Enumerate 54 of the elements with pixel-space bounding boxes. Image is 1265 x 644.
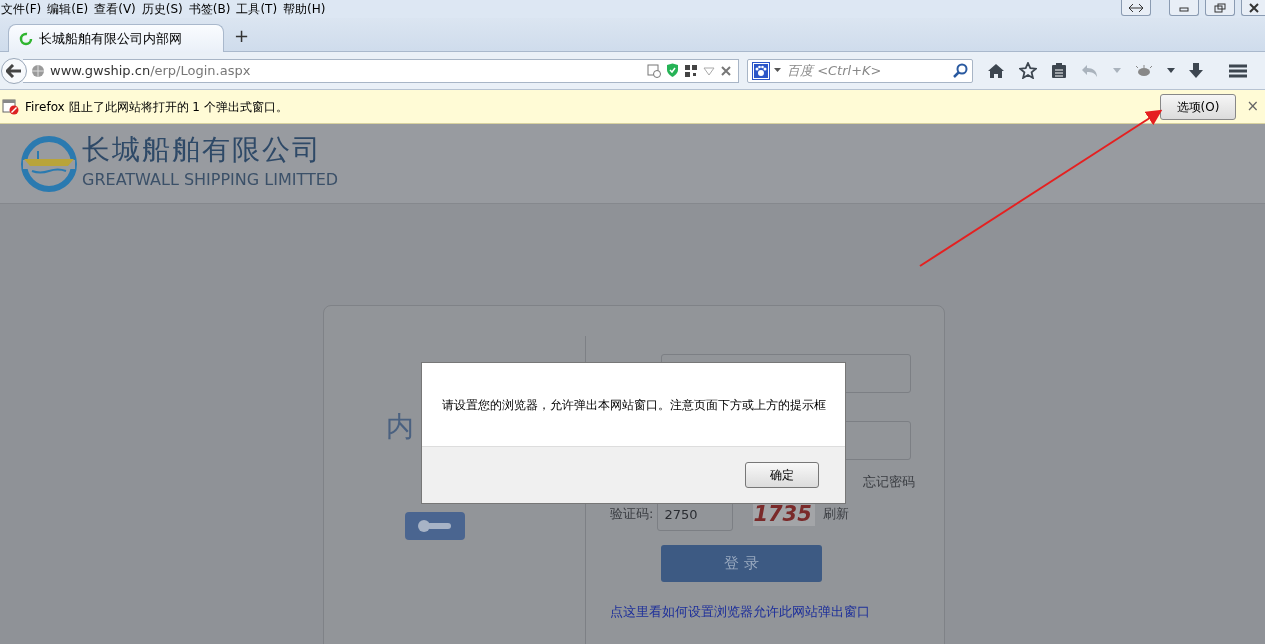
close-button[interactable]: ×	[1246, 95, 1259, 118]
clipboard-icon[interactable]	[1051, 62, 1067, 79]
bookmark-star-icon[interactable]	[1019, 62, 1037, 79]
download-icon[interactable]	[1189, 62, 1203, 79]
paw-icon[interactable]	[752, 61, 770, 80]
notification-message: Firefox 阻止了此网站将打开的 1 个弹出式窗口。	[25, 98, 289, 116]
home-icon[interactable]	[987, 62, 1005, 79]
restore-button[interactable]	[1205, 0, 1235, 16]
menu-item[interactable]: 文件(F)	[0, 0, 47, 18]
back-button[interactable]	[1, 57, 27, 84]
menu-icon[interactable]	[1229, 63, 1247, 78]
resize-icon	[1128, 2, 1144, 13]
menu-item[interactable]: 编辑(E)	[46, 0, 94, 18]
back-icon	[6, 63, 22, 78]
close-icon	[1248, 2, 1259, 13]
restore-icon	[1214, 2, 1226, 13]
menu-item[interactable]: 查看(V)	[93, 0, 141, 18]
browser-tab[interactable]: 长城船舶有限公司内部网	[8, 24, 224, 52]
menu-item[interactable]: 历史(S)	[140, 0, 188, 18]
menu-item[interactable]: 帮助(H)	[282, 0, 331, 18]
new-tab-button[interactable]: +	[234, 22, 250, 49]
address-bar[interactable]: www.gwship.cn/erp/Login.aspx	[23, 58, 739, 83]
menu-item[interactable]: 书签(B)	[187, 0, 236, 18]
logo-icon	[20, 134, 78, 193]
caret-icon[interactable]	[1167, 68, 1175, 73]
bug-icon[interactable]	[1135, 63, 1153, 78]
menu-item[interactable]: 工具(T)	[235, 0, 283, 18]
options-button[interactable]: 选项(O)	[1159, 93, 1237, 120]
forgot-password-link[interactable]: 忘记密码	[863, 472, 944, 492]
ok-button[interactable]: 确定	[745, 462, 819, 488]
clear-icon[interactable]	[720, 64, 732, 77]
login-title: 内	[386, 409, 414, 445]
qr-code-icon[interactable]	[684, 63, 698, 78]
company-name: 长城船舶有限公司	[82, 135, 323, 166]
search-bar[interactable]: 百度 <Ctrl+K>	[747, 58, 973, 83]
minimize-button[interactable]	[1169, 0, 1199, 16]
caret-icon[interactable]	[774, 68, 781, 73]
popup-blocked-icon	[2, 98, 19, 115]
url-host: www.gwship.cn	[50, 62, 151, 78]
popup-blocked-icon[interactable]	[647, 63, 661, 78]
help-link[interactable]: 点这里看如何设置浏览器允许此网站弹出窗口	[610, 601, 944, 621]
refresh-link[interactable]: 刷新	[823, 504, 850, 524]
url-path: /erp/Login.aspx	[150, 62, 251, 78]
search-icon[interactable]	[952, 62, 968, 79]
close-button[interactable]	[1241, 0, 1265, 16]
captcha-label: 验证码:	[610, 505, 654, 524]
dialog-message: 请设置您的浏览器，允许弹出本网站窗口。注意页面下方或上方的提示框	[441, 396, 826, 414]
globe-icon	[31, 63, 45, 78]
company-english-name: GREATWALL SHIPPING LIMITTED	[82, 168, 339, 191]
key-icon	[404, 512, 465, 540]
loading-icon	[19, 31, 33, 46]
shield-icon[interactable]	[666, 63, 679, 78]
captcha-image: 1735	[753, 502, 816, 526]
fullscreen-button[interactable]	[1121, 0, 1151, 16]
